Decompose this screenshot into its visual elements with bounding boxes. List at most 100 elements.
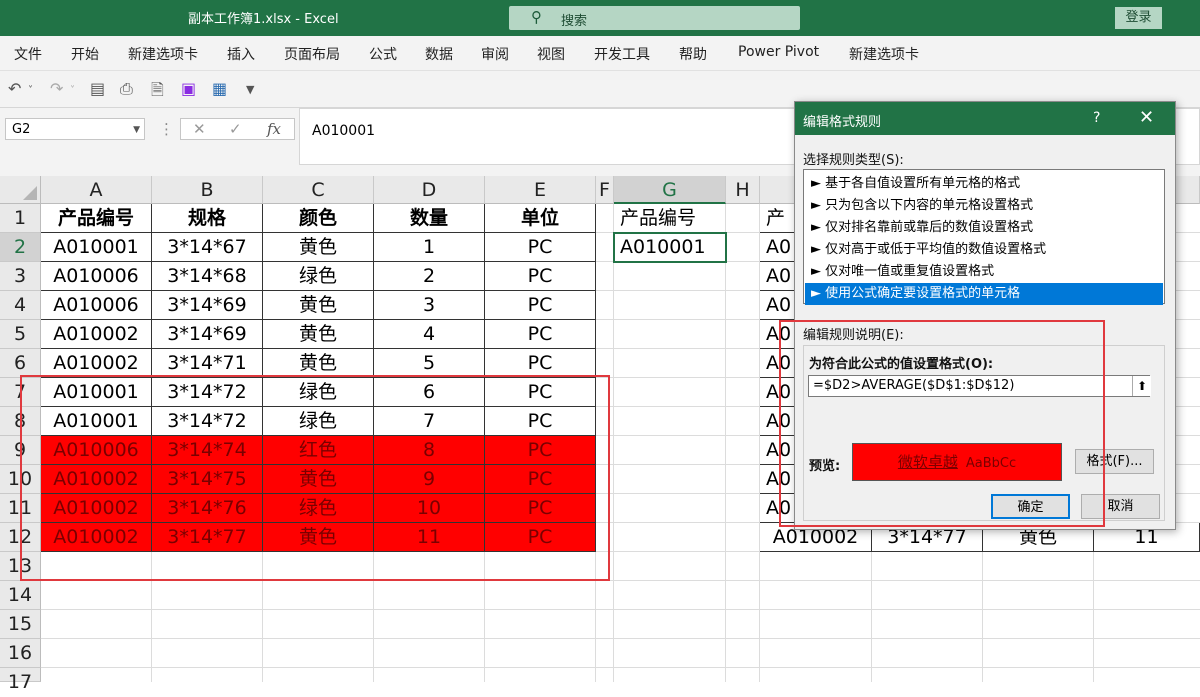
tab-view[interactable]: 视图 xyxy=(537,44,565,64)
col-header-d[interactable]: D xyxy=(374,176,485,204)
cell-product-id[interactable]: A010006 xyxy=(41,262,152,291)
col-header-g[interactable]: G xyxy=(614,176,726,204)
cell-spec[interactable]: 3*14*69 xyxy=(152,291,263,320)
chevron-down-icon[interactable]: ▼ xyxy=(133,119,140,141)
annotation-box-rows xyxy=(20,375,610,581)
tab-data[interactable]: 数据 xyxy=(425,44,453,64)
col-header-e[interactable]: E xyxy=(485,176,596,204)
table-header-cell[interactable]: 颜色 xyxy=(263,204,374,233)
rule-type-label: 选择规则类型(S): xyxy=(803,153,904,168)
form-icon[interactable]: ▤ xyxy=(90,79,105,98)
select-all-button[interactable] xyxy=(0,176,41,204)
enter-icon[interactable]: ✓ xyxy=(229,120,242,138)
table-header-cell[interactable]: 单位 xyxy=(485,204,596,233)
row-header[interactable]: 6 xyxy=(0,349,41,378)
close-icon[interactable]: ✕ xyxy=(1139,107,1154,128)
tab-new-1[interactable]: 新建选项卡 xyxy=(128,44,198,64)
cell-color[interactable]: 黄色 xyxy=(263,320,374,349)
rule-type-item[interactable]: ► 仅对排名靠前或靠后的数值设置格式 xyxy=(805,217,1163,239)
window-title: 副本工作簿1.xlsx - Excel xyxy=(188,12,339,27)
cell-unit[interactable]: PC xyxy=(485,262,596,291)
row-header[interactable]: 5 xyxy=(0,320,41,349)
cell-spec[interactable]: 3*14*67 xyxy=(152,233,263,262)
undo-dropdown-icon[interactable]: ˅ xyxy=(28,85,33,96)
collapse-dialog-icon[interactable]: ⬆ xyxy=(1132,376,1151,396)
rule-type-item[interactable]: ► 仅对高于或低于平均值的数值设置格式 xyxy=(805,239,1163,261)
search-box[interactable]: ⚲ 搜索 xyxy=(509,6,800,30)
row-header[interactable]: 14 xyxy=(0,581,41,610)
cell-spec[interactable]: 3*14*71 xyxy=(152,349,263,378)
col-header-c[interactable]: C xyxy=(263,176,374,204)
search-placeholder: 搜索 xyxy=(561,14,588,29)
cell-spec[interactable]: 3*14*68 xyxy=(152,262,263,291)
print-preview-icon[interactable]: ⎙ xyxy=(120,79,133,99)
insert-function-icon[interactable]: fx xyxy=(267,120,281,138)
row-header[interactable]: 15 xyxy=(0,610,41,639)
cell-color[interactable]: 黄色 xyxy=(263,291,374,320)
dialog-title: 编辑格式规则 xyxy=(803,115,882,130)
cell-unit[interactable]: PC xyxy=(485,349,596,378)
table-header-cell[interactable]: 数量 xyxy=(374,204,485,233)
login-button[interactable]: 登录 xyxy=(1115,7,1162,29)
cell-unit[interactable]: PC xyxy=(485,233,596,262)
col-header-b[interactable]: B xyxy=(152,176,263,204)
save-icon[interactable]: ▣ xyxy=(181,79,196,98)
tab-review[interactable]: 审阅 xyxy=(481,44,509,64)
tab-page-layout[interactable]: 页面布局 xyxy=(284,44,340,64)
lookup-header-cell[interactable]: 产品编号 xyxy=(614,204,726,233)
rule-type-item[interactable]: ► 基于各自值设置所有单元格的格式 xyxy=(805,173,1163,195)
name-box[interactable]: G2 ▼ xyxy=(5,118,145,140)
cell-spec[interactable]: 3*14*69 xyxy=(152,320,263,349)
dialog-title-bar: 编辑格式规则 ? ✕ xyxy=(795,102,1175,135)
cancel-icon[interactable]: ✕ xyxy=(193,120,206,138)
rule-type-item-selected[interactable]: ► 使用公式确定要设置格式的单元格 xyxy=(805,283,1163,305)
table-header-cell[interactable]: 产品编号 xyxy=(41,204,152,233)
cell-qty[interactable]: 5 xyxy=(374,349,485,378)
tab-new-2[interactable]: 新建选项卡 xyxy=(849,44,919,64)
rule-type-item[interactable]: ► 只为包含以下内容的单元格设置格式 xyxy=(805,195,1163,217)
tab-file[interactable]: 文件 xyxy=(14,44,42,64)
cell-qty[interactable]: 2 xyxy=(374,262,485,291)
cell-product-id[interactable]: A010002 xyxy=(41,320,152,349)
row-header[interactable]: 2 xyxy=(0,233,41,262)
cell-color[interactable]: 绿色 xyxy=(263,262,374,291)
cell-color[interactable]: 黄色 xyxy=(263,233,374,262)
table-header-cell[interactable]: 规格 xyxy=(152,204,263,233)
cell-qty[interactable]: 3 xyxy=(374,291,485,320)
col-header-a[interactable]: A xyxy=(41,176,152,204)
row-header[interactable]: 16 xyxy=(0,639,41,668)
tab-insert[interactable]: 插入 xyxy=(227,44,255,64)
redo-dropdown-icon[interactable]: ˅ xyxy=(70,85,75,96)
cell-product-id[interactable]: A010006 xyxy=(41,291,152,320)
cell-qty[interactable]: 1 xyxy=(374,233,485,262)
ribbon-tabs: 文件 开始 新建选项卡 插入 页面布局 公式 数据 审阅 视图 开发工具 帮助 … xyxy=(0,36,1200,71)
col-header-h[interactable]: H xyxy=(726,176,760,204)
cell-product-id[interactable]: A010001 xyxy=(41,233,152,262)
tab-formulas[interactable]: 公式 xyxy=(369,44,397,64)
row-header[interactable]: 4 xyxy=(0,291,41,320)
name-box-value: G2 xyxy=(12,122,31,137)
cell-unit[interactable]: PC xyxy=(485,291,596,320)
customize-dropdown-icon[interactable]: ▼ xyxy=(246,83,254,96)
cell-qty[interactable]: 4 xyxy=(374,320,485,349)
row-header[interactable]: 17 xyxy=(0,668,41,693)
row-header[interactable]: 1 xyxy=(0,204,41,233)
tab-home[interactable]: 开始 xyxy=(71,44,99,64)
cell-color[interactable]: 黄色 xyxy=(263,349,374,378)
grid-icon[interactable]: ▦ xyxy=(212,79,227,98)
title-bar: 副本工作簿1.xlsx - Excel ⚲ 搜索 登录 xyxy=(0,0,1200,36)
rule-type-item[interactable]: ► 仅对唯一值或重复值设置格式 xyxy=(805,261,1163,283)
cell-product-id[interactable]: A010002 xyxy=(41,349,152,378)
col-header-f[interactable]: F xyxy=(596,176,614,204)
cell-unit[interactable]: PC xyxy=(485,320,596,349)
tab-developer[interactable]: 开发工具 xyxy=(594,44,650,64)
row-header[interactable]: 3 xyxy=(0,262,41,291)
more-options-icon[interactable]: ⋮ xyxy=(159,120,174,138)
help-icon[interactable]: ? xyxy=(1093,110,1100,126)
rule-type-list[interactable]: ► 基于各自值设置所有单元格的格式 ► 只为包含以下内容的单元格设置格式 ► 仅… xyxy=(803,169,1165,305)
tab-power-pivot[interactable]: Power Pivot xyxy=(738,44,819,60)
tab-help[interactable]: 帮助 xyxy=(679,44,707,64)
undo-icon[interactable]: ↶ xyxy=(8,79,21,98)
redo-icon[interactable]: ↷ xyxy=(50,79,63,98)
document-icon[interactable]: 🗎 xyxy=(151,79,164,106)
